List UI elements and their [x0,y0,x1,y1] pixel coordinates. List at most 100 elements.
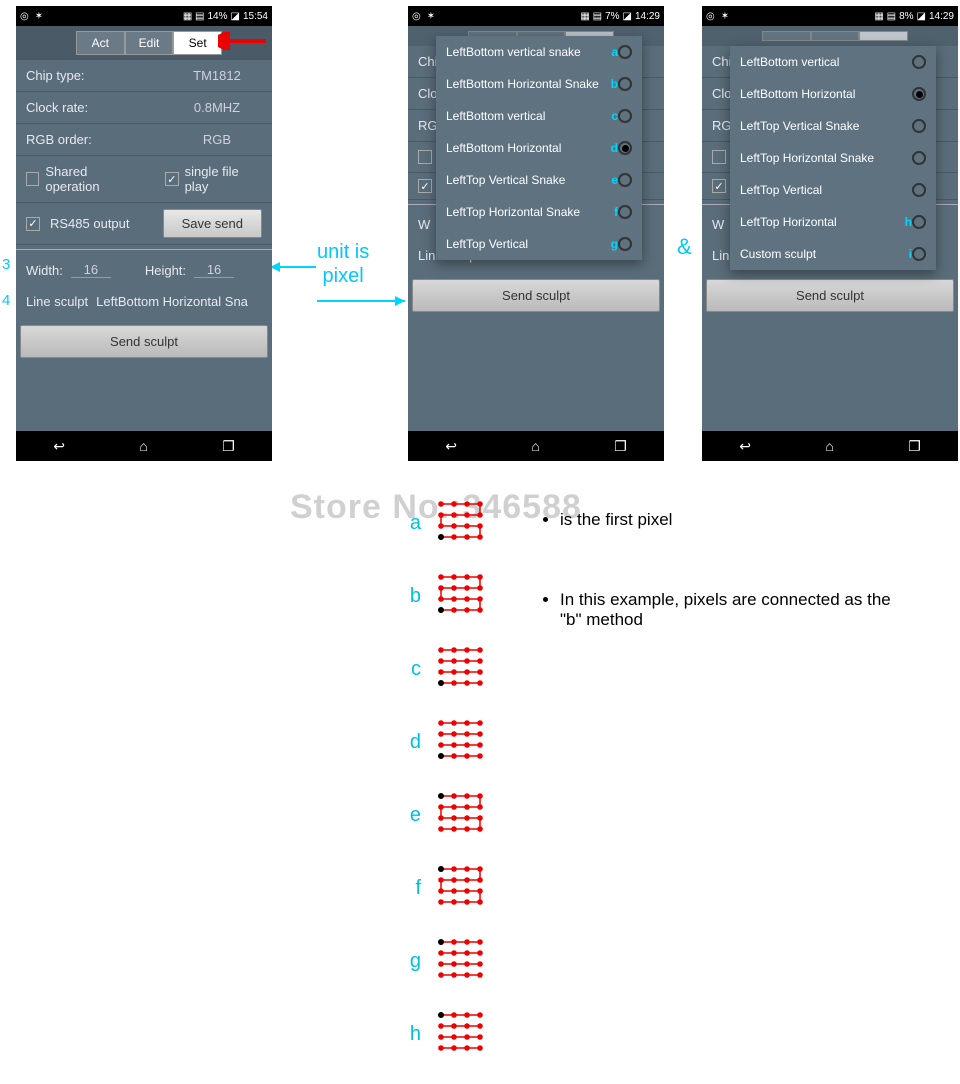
diagram-icon [435,792,487,839]
statusbar: ◎✶ ▦ ▤8%◪14:29 [702,6,958,26]
tab-edit[interactable]: Edit [125,31,174,55]
width-input[interactable]: 16 [71,262,111,278]
diagram-row-c: c [405,646,487,693]
rgb-order-row[interactable]: RGB order: RGB [16,124,272,156]
dropdown-option[interactable]: LeftTop Vertical Snakee [436,164,642,196]
radio-icon[interactable] [618,77,632,91]
line-sculpt-dropdown: LeftBottom vertical snakeaLeftBottom Hor… [436,36,642,260]
dropdown-option[interactable]: LeftTop Vertical [730,174,936,206]
chip-type-value: TM1812 [172,68,262,83]
diagram-row-e: e [405,792,487,839]
radio-icon[interactable] [618,205,632,219]
radio-icon[interactable] [912,215,926,229]
line-sculpt-value: LeftBottom Horizontal Sna [96,294,262,309]
dropdown-option[interactable]: LeftBottom Horizontal [730,78,936,110]
dropdown-option[interactable]: LeftTop Horizontalh [730,206,936,238]
line-sculpt-dropdown: LeftBottom verticalLeftBottom Horizontal… [730,46,936,270]
diagram-letter: b [405,585,421,608]
checkbox-row: Shared operation single file play [16,156,272,203]
phone-screenshot-2: ◎✶ ▦ ▤7%◪14:29 Chi Clo RG W Line sculpt … [408,6,664,461]
diagram-row-f: f [405,865,487,912]
diagram-icon [435,1011,487,1058]
clock-rate-row[interactable]: Clock rate: 0.8MHZ [16,92,272,124]
single-file-play-checkbox[interactable] [165,172,178,186]
radio-icon[interactable] [912,55,926,69]
home-icon[interactable]: ⌂ [139,438,147,454]
line-sculpt-label: Line sculpt [26,294,88,309]
dropdown-option[interactable]: LeftTop Vertical Snake [730,110,936,142]
height-input[interactable]: 16 [194,262,234,278]
annotation-3: 3 [2,256,10,273]
back-icon[interactable]: ↩ [739,438,751,455]
width-label: Width: [26,263,63,278]
dropdown-option[interactable]: LeftBottom vertical snakea [436,36,642,68]
radio-icon[interactable] [618,173,632,187]
diagram-icon [435,500,487,547]
dropdown-option[interactable]: LeftTop Verticalg [436,228,642,260]
legend: is the first pixel In this example, pixe… [560,510,900,690]
annotation-unit-is-pixel: unit ispixel [317,240,369,288]
diagram-row-g: g [405,938,487,985]
dropdown-option[interactable]: LeftTop Horizontal Snakef [436,196,642,228]
diagram-row-b: b [405,573,487,620]
diagram-row-d: d [405,719,487,766]
single-file-play-label: single file play [185,164,262,194]
dropdown-option[interactable]: LeftBottom Horizontal Snakeb [436,68,642,100]
dropdown-option[interactable]: Custom sculpti [730,238,936,270]
phone-screenshot-1: ◎✶ ▦ ▤14%◪15:54 Act Edit Set Chip type: … [16,6,272,461]
recent-icon[interactable]: ❐ [614,438,627,455]
diagram-letter: f [405,877,421,900]
dropdown-option[interactable]: LeftBottom vertical [730,46,936,78]
diagram-letter: a [405,512,421,535]
radio-icon[interactable] [912,119,926,133]
home-icon[interactable]: ⌂ [825,438,833,454]
diagram-icon [435,719,487,766]
clock-rate-label: Clock rate: [26,100,172,115]
radio-icon[interactable] [912,247,926,261]
tab-act[interactable]: Act [76,31,125,55]
radio-icon[interactable] [618,237,632,251]
rs485-output-label: RS485 output [50,216,153,231]
shared-operation-checkbox[interactable] [26,172,39,186]
diagram-icon [435,938,487,985]
legend-item-b-method: In this example, pixels are connected as… [560,590,900,630]
statusbar: ◎✶ ▦ ▤7%◪14:29 [408,6,664,26]
recent-icon[interactable]: ❐ [908,438,921,455]
line-sculpt-row[interactable]: Line sculpt LeftBottom Horizontal Sna [16,286,272,317]
rs485-output-checkbox[interactable] [26,217,40,231]
home-icon[interactable]: ⌂ [531,438,539,454]
send-sculpt-button[interactable]: Send sculpt [20,325,268,358]
radio-icon[interactable] [618,45,632,59]
chip-type-row[interactable]: Chip type: TM1812 [16,60,272,92]
send-sculpt-button[interactable]: Send sculpt [706,279,954,312]
rgb-order-label: RGB order: [26,132,172,147]
dropdown-option[interactable]: LeftBottom verticalc [436,100,642,132]
radio-icon[interactable] [618,141,632,155]
diagram-letter: e [405,804,421,827]
back-icon[interactable]: ↩ [445,438,457,455]
annotation-ampersand: & [677,234,692,260]
dropdown-option[interactable]: LeftTop Horizontal Snake [730,142,936,174]
save-send-button[interactable]: Save send [163,209,262,238]
diagram-icon [435,573,487,620]
radio-icon[interactable] [912,183,926,197]
dropdown-option[interactable]: LeftBottom Horizontald [436,132,642,164]
radio-icon[interactable] [912,151,926,165]
android-navbar: ↩ ⌂ ❐ [16,431,272,461]
send-sculpt-button[interactable]: Send sculpt [412,279,660,312]
height-label: Height: [145,263,186,278]
diagram-icon [435,865,487,912]
dimensions-row: Width: 16 Height: 16 [16,254,272,286]
legend-item-first-pixel: is the first pixel [560,510,900,530]
back-icon[interactable]: ↩ [53,438,65,455]
clock-rate-value: 0.8MHZ [172,100,262,115]
radio-icon[interactable] [912,87,926,101]
sculpt-diagrams: abcdefgh [405,500,487,1084]
statusbar: ◎✶ ▦ ▤14%◪15:54 [16,6,272,26]
annotation-4: 4 [2,292,10,309]
rgb-order-value: RGB [172,132,262,147]
radio-icon[interactable] [618,109,632,123]
tab-set[interactable]: Set [173,31,222,55]
recent-icon[interactable]: ❐ [222,438,235,455]
shared-operation-label: Shared operation [45,164,140,194]
